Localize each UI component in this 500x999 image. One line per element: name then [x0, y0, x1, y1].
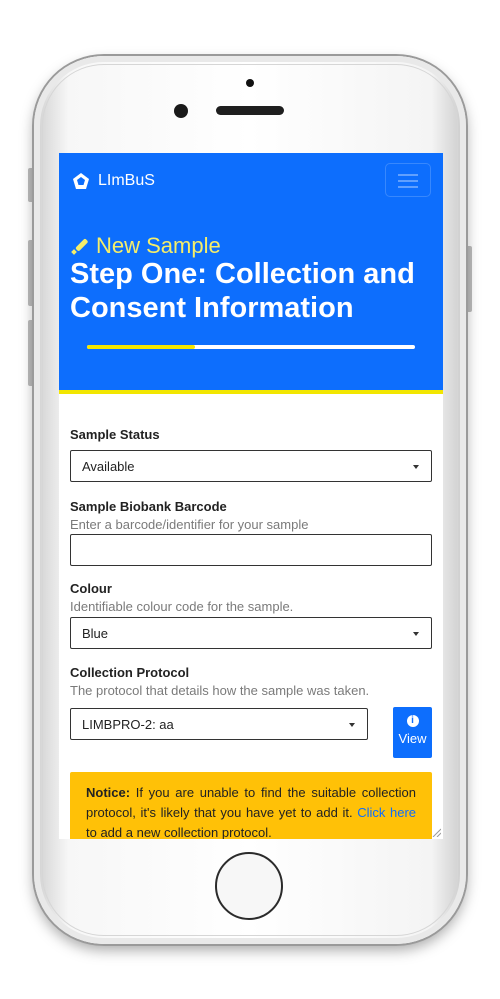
chevron-down-icon — [413, 465, 419, 469]
step-progress-bar — [87, 345, 415, 349]
kicker-text: New Sample — [96, 233, 221, 258]
earpiece-speaker — [216, 106, 284, 115]
hamburger-line — [398, 174, 418, 176]
chevron-down-icon — [413, 632, 419, 636]
notice-alert: Notice: If you are unable to find the su… — [70, 772, 432, 839]
colour-label: Colour — [70, 581, 112, 596]
progress-fill — [87, 345, 196, 349]
info-icon: i — [406, 715, 419, 727]
page-kicker: New Sample — [70, 233, 221, 259]
sample-status-group: Sample Status — [70, 427, 160, 442]
hamburger-line — [398, 186, 418, 188]
colour-select[interactable]: Blue — [70, 617, 432, 649]
add-protocol-link[interactable]: Click here — [357, 805, 416, 820]
navbar-toggle-button[interactable] — [385, 163, 431, 197]
barcode-help: Enter a barcode/identifier for your samp… — [70, 517, 309, 532]
resize-grip-icon[interactable] — [431, 827, 441, 837]
pentagon-logo-icon — [73, 173, 89, 189]
hamburger-line — [398, 180, 418, 182]
notice-text-end: to add a new collection protocol. — [86, 825, 272, 839]
barcode-label: Sample Biobank Barcode — [70, 499, 227, 514]
hero-header: LImBuS New Sample Step One: Collection a… — [59, 153, 443, 394]
colour-value: Blue — [82, 625, 109, 641]
home-button[interactable] — [215, 852, 283, 920]
front-camera — [174, 104, 188, 118]
notice-title: Notice: — [86, 785, 131, 800]
page-title: Step One: Collection and Consent Informa… — [70, 258, 415, 324]
protocol-group: Collection Protocol The protocol that de… — [70, 665, 369, 698]
eyedropper-icon — [71, 239, 88, 255]
protocol-help: The protocol that details how the sample… — [70, 683, 370, 698]
brand-name: LImBuS — [98, 172, 155, 189]
sample-status-select[interactable]: Available — [70, 450, 432, 482]
barcode-input[interactable] — [70, 534, 432, 566]
view-protocol-button[interactable]: i View — [393, 707, 432, 758]
proximity-sensor — [246, 79, 254, 87]
sample-status-value: Available — [82, 458, 135, 474]
power-button — [466, 246, 472, 312]
barcode-group: Sample Biobank Barcode Enter a barcode/i… — [70, 499, 308, 532]
protocol-label: Collection Protocol — [70, 665, 190, 680]
view-button-label: View — [398, 731, 427, 746]
chevron-down-icon — [349, 723, 355, 727]
brand-link[interactable]: LImBuS — [72, 172, 155, 190]
colour-help: Identifiable colour code for the sample. — [70, 599, 294, 614]
phone-screen: LImBuS New Sample Step One: Collection a… — [59, 153, 443, 839]
colour-group: Colour Identifiable colour code for the … — [70, 581, 293, 614]
protocol-select[interactable]: LIMBPRO-2: aa — [70, 708, 368, 740]
sample-status-label: Sample Status — [70, 427, 160, 442]
protocol-value: LIMBPRO-2: aa — [82, 716, 174, 732]
